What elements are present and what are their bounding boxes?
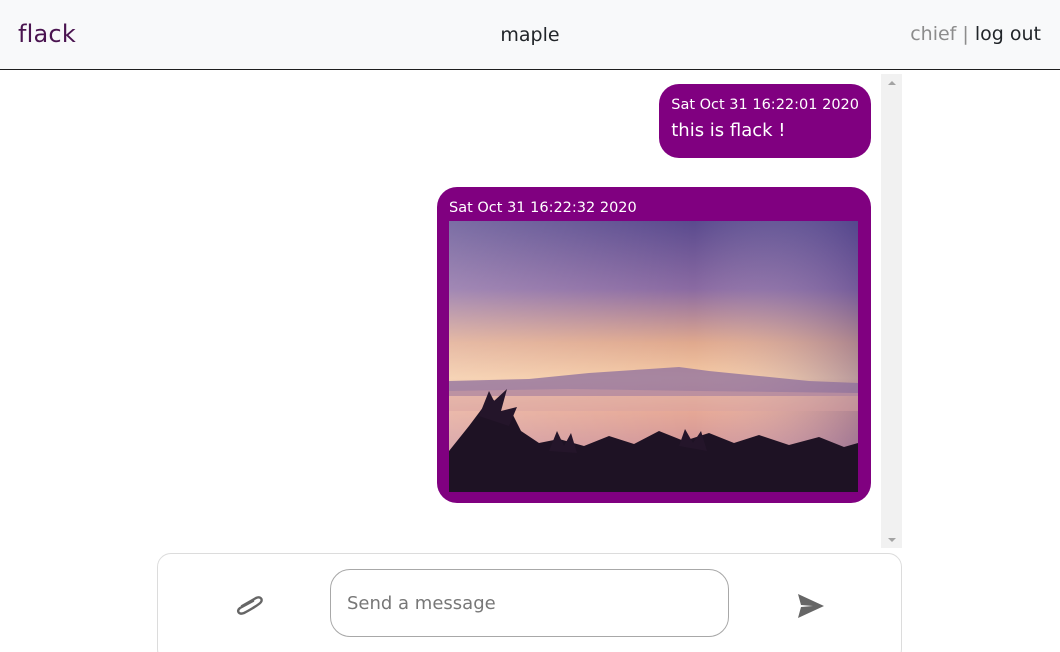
message-timestamp: Sat Oct 31 16:22:01 2020 [671, 97, 859, 113]
scroll-down-arrow-icon[interactable] [881, 531, 902, 548]
message-scrollbar[interactable] [881, 74, 902, 548]
scroll-up-arrow-icon[interactable] [881, 74, 902, 91]
separator: | [962, 23, 969, 45]
paperclip-icon[interactable] [233, 592, 267, 616]
channel-name: maple [500, 24, 560, 46]
logout-link[interactable]: log out [975, 23, 1041, 45]
message-input[interactable] [330, 569, 729, 637]
message-list[interactable]: Sat Oct 31 16:22:01 2020 this is flack !… [157, 74, 881, 548]
message-composer [157, 553, 902, 652]
message-bubble-image: Sat Oct 31 16:22:32 2020 [437, 187, 871, 503]
message-bubble: Sat Oct 31 16:22:01 2020 this is flack ! [659, 84, 871, 158]
sunset-landscape-photo[interactable] [449, 221, 858, 492]
message-timestamp: Sat Oct 31 16:22:32 2020 [449, 200, 637, 216]
navbar: flack maple chief | log out [0, 0, 1060, 70]
message-text: this is flack ! [671, 120, 786, 141]
username: chief [910, 23, 957, 45]
user-area: chief | log out [910, 23, 1041, 45]
send-icon[interactable] [796, 592, 826, 620]
